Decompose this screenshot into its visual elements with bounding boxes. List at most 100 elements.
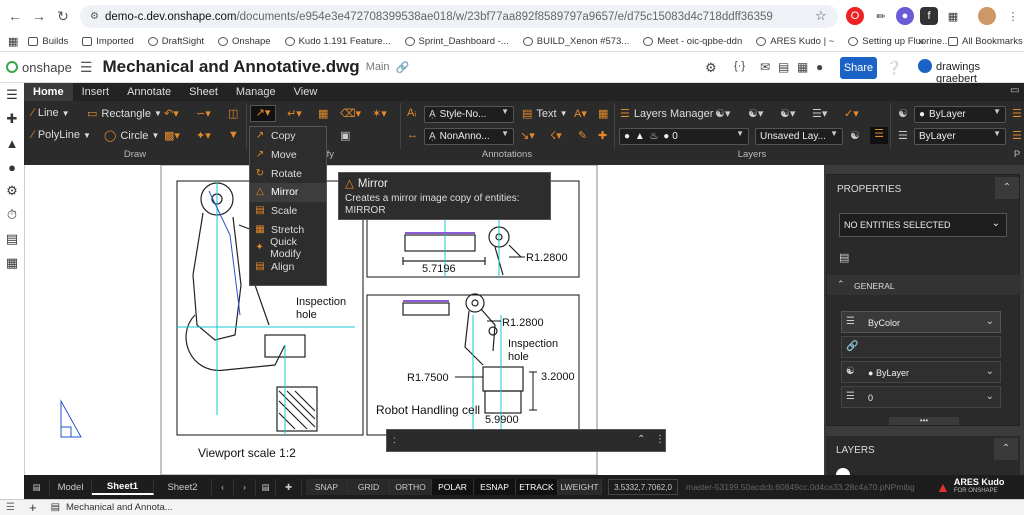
match-properties-icon[interactable]: ☯ [898,107,908,120]
selection-select[interactable]: NO ENTITIES SELECTED ⌄ [839,213,1007,237]
menu-item-move[interactable]: ↗ Move [250,146,326,165]
command-menu-icon[interactable]: ⋮ [655,434,665,445]
polyline-tool[interactable]: ∕ PolyLine ▼ [32,129,91,141]
command-line[interactable]: : ⌃ ⋮ [386,429,666,452]
panel-resize-handle[interactable]: ••• [889,417,959,425]
layer-property-row[interactable]: ☯ ● ByLayer ⌄ [841,361,1001,383]
layer-tool-icon[interactable]: ☯▾ [715,107,730,120]
table-icon[interactable]: ▦ [598,107,608,120]
profile-avatar[interactable] [978,7,996,25]
collapse-panel-icon[interactable]: ⌃ [994,438,1018,460]
branch-label[interactable]: Main [366,61,390,73]
tab-manage[interactable]: Manage [227,83,285,101]
expand-history-icon[interactable]: ⌃ [637,434,645,445]
forward-icon[interactable]: → [28,5,50,27]
extension-icon[interactable]: ● [896,7,914,25]
menu-icon[interactable]: ☰ [80,59,93,76]
dim-style-select[interactable]: Ạ NonAnno... ▼ [424,128,514,145]
add-tab-icon[interactable]: + [29,500,37,515]
bug-icon[interactable]: ⚙ [705,60,717,76]
notifications-icon[interactable]: ✉ [760,60,770,74]
layers-manager-button[interactable]: ☰ Layers Manager [620,107,713,121]
bookmark-item[interactable]: Builds [28,36,68,47]
join-icon[interactable]: ▣ [340,129,350,142]
eyedropper-extension-icon[interactable]: ✏ [872,7,890,25]
grid-icon[interactable]: ▦ [797,60,808,74]
tab-view[interactable]: View [285,83,327,101]
offset-icon[interactable]: ◫ [228,107,238,120]
wipeout-icon[interactable]: ▼ [228,129,239,141]
share-button[interactable]: Share [840,57,877,79]
toggle-grid[interactable]: GRID [348,479,390,495]
linetype-icon[interactable]: ☰ [898,129,908,142]
bookmark-item[interactable]: Setting up Fluorine... [848,36,950,47]
prev-sheet-icon[interactable]: ‹ [212,479,234,495]
menu-item-scale[interactable]: ▤ Scale [250,202,326,221]
feature-list-icon[interactable]: ☰ [0,83,24,107]
transparency-icon[interactable]: ☰ [1012,129,1022,142]
help-icon[interactable]: ❔ [886,60,902,76]
layer-tool-icon[interactable]: ☰▾ [812,107,827,120]
bookmark-item[interactable]: Sprint_Dashboard -... [404,36,509,47]
linetype-property-row[interactable]: 🔗 [841,336,1001,358]
next-sheet-icon[interactable]: › [234,479,256,495]
onshape-logo[interactable]: onshape [6,60,72,75]
more-bookmarks-icon[interactable]: » [918,36,924,48]
current-layer-select[interactable]: ● ▲ ♨ ● 0 ▼ [619,128,749,145]
dimension-icon[interactable]: ↘▾ [520,129,535,142]
menu-item-quick-modify[interactable]: ✦ Quick Modify [250,236,326,260]
bookmark-star-icon[interactable]: ☆ [815,8,827,24]
insert-icon[interactable]: ✚ [0,107,24,131]
bookmark-item[interactable]: ARES Kudo | ~ [756,36,834,47]
code-icon[interactable]: {·} [734,60,745,72]
text-tool[interactable]: ▤ Text ▼ [522,107,568,121]
tab-sheet[interactable]: Sheet [180,83,227,101]
document-tab[interactable]: Mechanical and Annota... [66,502,173,513]
layer-previous-icon[interactable]: ☯ [850,129,860,142]
toggle-etrack[interactable]: ETRACK [516,479,558,495]
modify-copy-icon[interactable]: ↗▾ [250,105,276,122]
rectangle-tool[interactable]: ▭ Rectangle ▼ [87,107,162,121]
layer-iso-icon[interactable]: ☰ [870,127,888,144]
multileader-icon[interactable]: ☇▾ [550,129,562,142]
tab-sheet1[interactable]: Sheet1 [92,479,154,495]
collapse-panel-icon[interactable]: ⌃ [995,177,1019,199]
link-icon[interactable]: 🔗 [396,61,410,74]
spline-icon[interactable]: ∽▾ [196,107,211,120]
list-icon[interactable]: ▦ [0,251,24,275]
point-icon[interactable]: ✦▾ [196,129,211,142]
color-property-row[interactable]: ☰ ByColor ⌄ [841,311,1001,333]
back-icon[interactable]: ← [4,5,26,27]
ucs-toggle-icon[interactable]: ✚ [276,479,302,495]
toggle-ortho[interactable]: ORTHO [390,479,432,495]
bookmark-item[interactable]: Meet - oic-qpbe-ddn [643,36,742,47]
toggle-lweight[interactable]: LWEIGHT [558,479,602,495]
transparency-property-row[interactable]: ☰ 0 ⌄ [841,386,1001,408]
comments-icon[interactable]: ● [0,155,24,179]
image-icon[interactable]: ▤ [0,227,24,251]
layout-settings-icon[interactable]: ▤ [256,479,276,495]
trim-icon[interactable]: ↵▾ [287,107,302,120]
text-style-select[interactable]: Ạ Style-No... ▼ [424,106,514,123]
tab-manager-icon[interactable]: ☰ [6,502,15,513]
tab-insert[interactable]: Insert [73,83,119,101]
center-mark-icon[interactable]: ✚ [598,129,607,142]
collapse-section-icon[interactable]: ⌃ [837,279,845,290]
leader-icon[interactable]: A▾ [574,107,587,120]
all-bookmarks[interactable]: All Bookmarks [948,36,1023,47]
arc-icon[interactable]: ↶▾ [164,107,179,120]
bookmark-item[interactable]: Kudo 1.191 Feature... [284,36,391,47]
erase-icon[interactable]: ⌫▾ [340,107,361,120]
bookmark-item[interactable]: Onshape [218,36,271,47]
toggle-snap[interactable]: SNAP [306,479,348,495]
hatch-icon[interactable]: ▩▾ [164,129,180,142]
user-name[interactable]: drawings graebert [936,61,1024,85]
layer-check-icon[interactable]: ✓▾ [844,107,859,120]
menu-item-rotate[interactable]: ↻ Rotate [250,164,326,183]
address-bar[interactable]: ⚙ demo-c.dev.onshape.com /documents/e954… [80,5,838,28]
collapse-ribbon-icon[interactable]: ▭ [1010,85,1019,96]
layer-tool-icon[interactable]: ☯▾ [780,107,795,120]
menu-item-copy[interactable]: ↗ Copy [250,127,326,146]
globe-icon[interactable]: ● [816,60,823,74]
menu-item-align[interactable]: ▤ Align [250,258,326,277]
